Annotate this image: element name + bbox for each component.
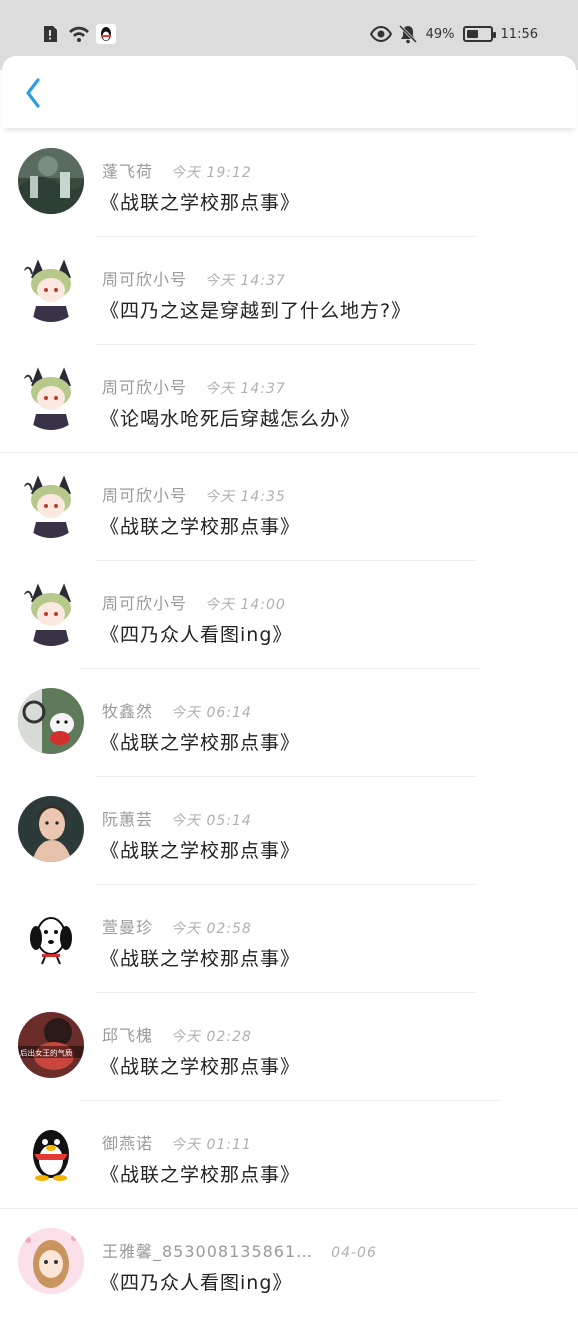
anime-catboy-avatar-icon bbox=[18, 256, 84, 322]
list-item[interactable]: 王雅馨_853008135861… 04-06 《四乃众人看图ing》 bbox=[0, 1210, 578, 1318]
timestamp: 今天 06:14 bbox=[171, 705, 252, 721]
timestamp: 今天 02:28 bbox=[171, 1029, 252, 1045]
back-button[interactable] bbox=[16, 76, 50, 110]
list-item[interactable]: 萱曼珍 今天 02:58 《战联之学校那点事》 bbox=[0, 886, 578, 994]
timestamp: 今天 14:35 bbox=[205, 489, 286, 505]
app-header bbox=[2, 56, 576, 128]
battery-icon bbox=[462, 26, 496, 42]
message-text: 《战联之学校那点事》 bbox=[100, 1164, 301, 1186]
sender-name: 阮蕙芸 今天 05:14 bbox=[102, 810, 252, 829]
divider bbox=[80, 668, 480, 669]
timestamp: 今天 14:00 bbox=[205, 597, 286, 613]
sender-name: 周可欣小号 今天 14:37 bbox=[102, 378, 286, 397]
snoopy-avatar-icon bbox=[18, 904, 84, 970]
divider bbox=[0, 452, 578, 453]
qq-penguin-avatar-icon bbox=[18, 1120, 84, 1186]
list-item[interactable]: 阮蕙芸 今天 05:14 《战联之学校那点事》 bbox=[0, 778, 578, 886]
avatar bbox=[18, 1120, 84, 1186]
message-text: 《战联之学校那点事》 bbox=[100, 192, 301, 214]
message-text: 《战联之学校那点事》 bbox=[100, 1056, 301, 1078]
anime-catboy-avatar-icon bbox=[18, 364, 84, 430]
avatar bbox=[18, 1228, 84, 1294]
avatar bbox=[18, 796, 84, 862]
girl-cartoon-avatar-icon bbox=[18, 1228, 84, 1294]
sender-name: 周可欣小号 今天 14:00 bbox=[102, 594, 286, 613]
status-right: 49% 11:56 bbox=[369, 24, 538, 44]
wifi-icon bbox=[68, 24, 89, 44]
divider bbox=[80, 1100, 500, 1101]
clock: 11:56 bbox=[500, 26, 538, 42]
anime-catboy-avatar-icon bbox=[18, 472, 84, 538]
woman-portrait-avatar-icon bbox=[18, 796, 84, 862]
list-item[interactable]: 后出女王的气质 邱飞槐 今天 02:28 《战联之学校那点事》 bbox=[0, 994, 578, 1102]
list-item[interactable]: 御燕诺 今天 01:11 《战联之学校那点事》 bbox=[0, 1102, 578, 1210]
sender-name: 王雅馨_853008135861… 04-06 bbox=[102, 1242, 377, 1261]
avatar bbox=[18, 256, 84, 322]
sender-name: 蓬飞荷 今天 19:12 bbox=[102, 162, 252, 181]
sender-name: 御燕诺 今天 01:11 bbox=[102, 1134, 252, 1153]
timestamp: 今天 05:14 bbox=[171, 813, 252, 829]
avatar bbox=[18, 904, 84, 970]
status-left bbox=[40, 24, 116, 44]
timestamp: 04-06 bbox=[331, 1245, 377, 1261]
message-text: 《战联之学校那点事》 bbox=[100, 948, 301, 970]
sim-alert-icon bbox=[40, 24, 60, 44]
timestamp: 今天 19:12 bbox=[171, 165, 252, 181]
avatar-caption: 后出女王的气质 bbox=[20, 1048, 73, 1058]
divider bbox=[96, 776, 476, 777]
divider bbox=[96, 236, 476, 237]
message-text: 《四乃众人看图ing》 bbox=[100, 1272, 293, 1294]
list-item[interactable]: 蓬飞荷 今天 19:12 《战联之学校那点事》 bbox=[0, 130, 578, 238]
avatar bbox=[18, 148, 84, 214]
forest-avatar-icon bbox=[18, 148, 84, 214]
timestamp: 今天 02:58 bbox=[171, 921, 252, 937]
message-text: 《论喝水呛死后穿越怎么办》 bbox=[100, 408, 361, 430]
battery-percent: 49% bbox=[425, 26, 455, 42]
divider bbox=[0, 1208, 578, 1209]
list-item[interactable]: 周可欣小号 今天 14:00 《四乃众人看图ing》 bbox=[0, 562, 578, 670]
divider bbox=[96, 992, 476, 993]
timestamp: 今天 01:11 bbox=[171, 1137, 252, 1153]
sender-name: 周可欣小号 今天 14:37 bbox=[102, 270, 286, 289]
divider bbox=[96, 884, 476, 885]
message-text: 《战联之学校那点事》 bbox=[100, 840, 301, 862]
message-list: 蓬飞荷 今天 19:12 《战联之学校那点事》 周可欣小号 今天 14:37 《四乃… bbox=[0, 130, 578, 1318]
sender-name: 萱曼珍 今天 02:58 bbox=[102, 918, 252, 937]
qq-notification-icon bbox=[96, 24, 116, 44]
message-text: 《四乃之这是穿越到了什么地方?》 bbox=[100, 300, 412, 322]
message-text: 《战联之学校那点事》 bbox=[100, 732, 301, 754]
sender-name: 邱飞槐 今天 02:28 bbox=[102, 1026, 252, 1045]
battery-level bbox=[466, 30, 478, 38]
divider bbox=[96, 344, 476, 345]
anime-catboy-avatar-icon bbox=[18, 580, 84, 646]
eye-icon bbox=[369, 24, 392, 44]
sender-name: 牧鑫然 今天 06:14 bbox=[102, 702, 252, 721]
list-item[interactable]: 周可欣小号 今天 14:37 《论喝水呛死后穿越怎么办》 bbox=[0, 346, 578, 454]
queen-photo-avatar-icon: 后出女王的气质 bbox=[18, 1012, 84, 1078]
timestamp: 今天 14:37 bbox=[205, 381, 286, 397]
avatar bbox=[18, 688, 84, 754]
dog-plush-avatar-icon bbox=[18, 688, 84, 754]
sender-name: 周可欣小号 今天 14:35 bbox=[102, 486, 286, 505]
timestamp: 今天 14:37 bbox=[205, 273, 286, 289]
message-text: 《四乃众人看图ing》 bbox=[100, 624, 293, 646]
divider bbox=[96, 560, 476, 561]
list-item[interactable]: 周可欣小号 今天 14:35 《战联之学校那点事》 bbox=[0, 454, 578, 562]
mute-bell-icon bbox=[398, 24, 418, 44]
avatar bbox=[18, 472, 84, 538]
list-item[interactable]: 牧鑫然 今天 06:14 《战联之学校那点事》 bbox=[0, 670, 578, 778]
avatar bbox=[18, 580, 84, 646]
list-item[interactable]: 周可欣小号 今天 14:37 《四乃之这是穿越到了什么地方?》 bbox=[0, 238, 578, 346]
chevron-left-icon bbox=[26, 78, 40, 108]
message-text: 《战联之学校那点事》 bbox=[100, 516, 301, 538]
avatar bbox=[18, 364, 84, 430]
avatar: 后出女王的气质 bbox=[18, 1012, 84, 1078]
